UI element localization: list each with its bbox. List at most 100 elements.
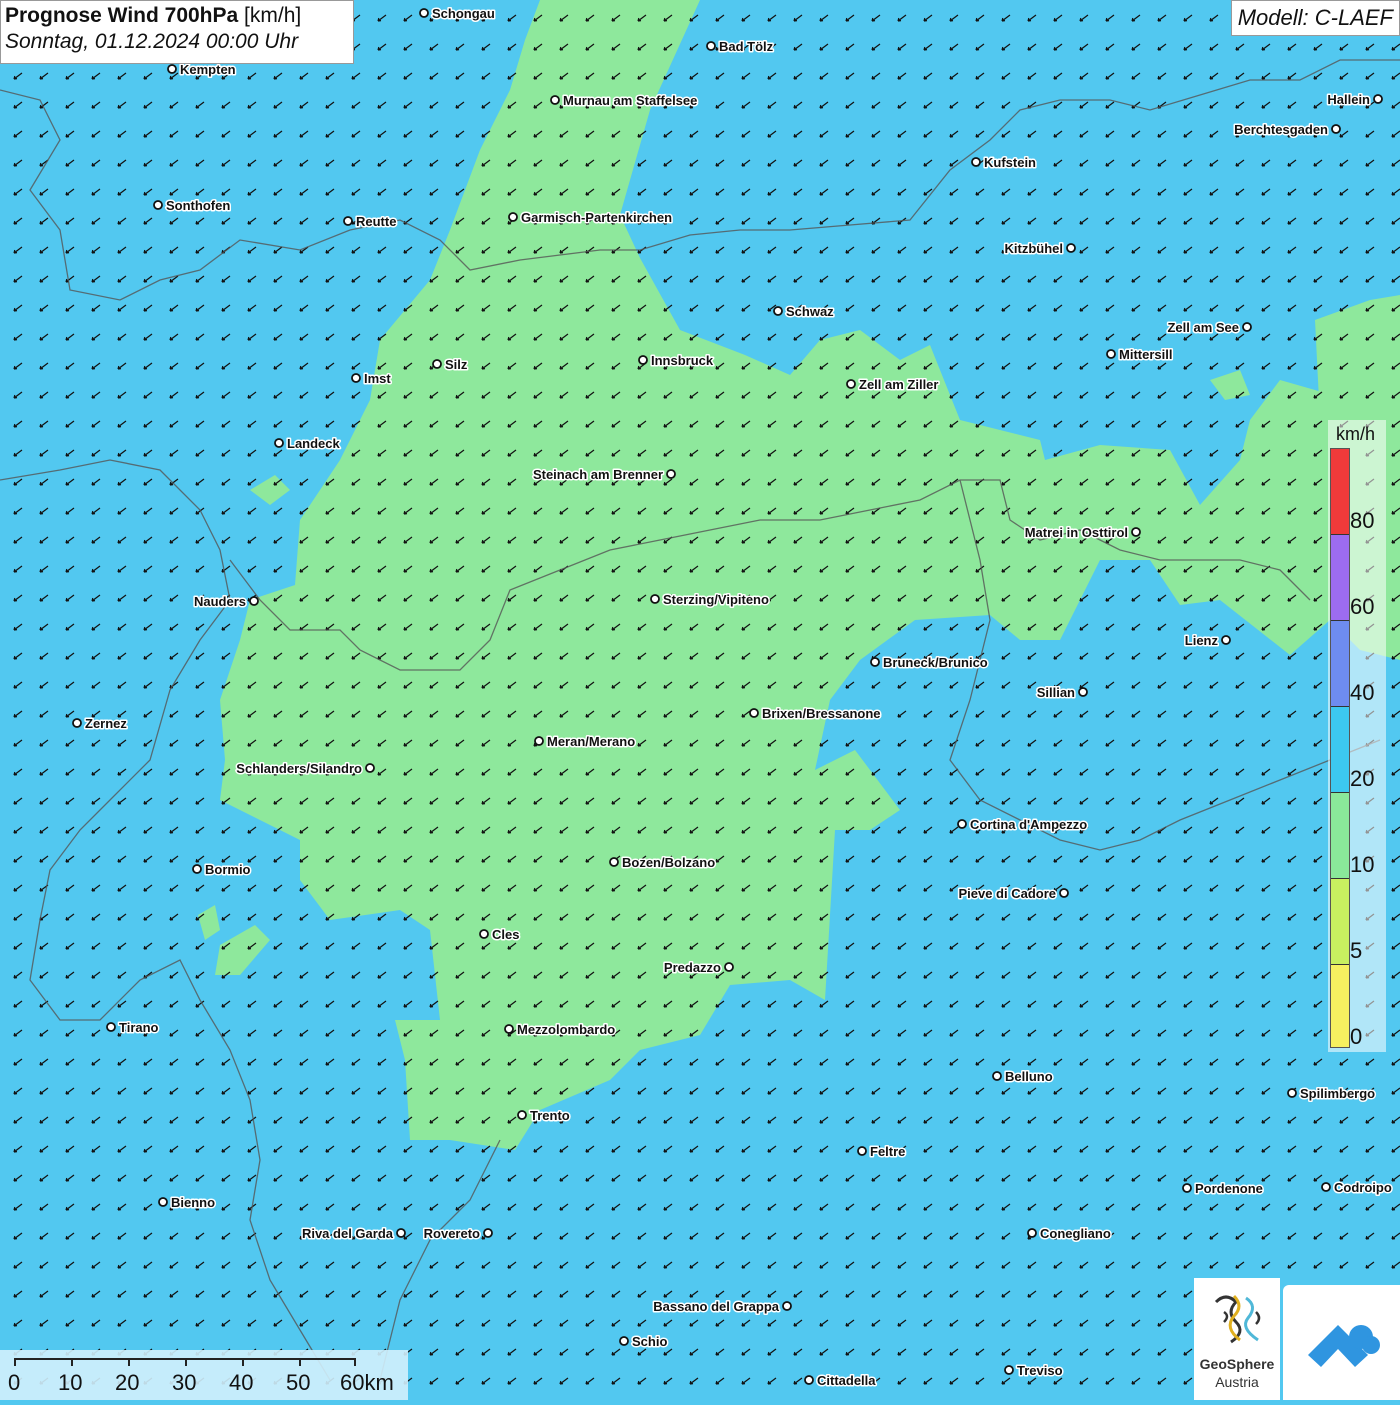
legend-swatch-40-60 [1331, 621, 1349, 707]
city-dot [365, 763, 375, 773]
scale-label-20: 20 [115, 1370, 140, 1395]
city-dot [274, 438, 284, 448]
city-label: Imst [364, 371, 391, 386]
city-label: Schwaz [786, 304, 834, 319]
city-marker: Sterzing/Vipiteno [650, 591, 770, 609]
city-label: Innsbruck [651, 353, 714, 368]
wind-map: Schongau Bad Tölz Kempten Murnau am Staffel… [0, 0, 1400, 1400]
city-dot [1131, 527, 1141, 537]
city-dot [650, 594, 660, 604]
city-dot [153, 200, 163, 210]
legend-label-20: 20 [1350, 766, 1375, 791]
scale-tick [185, 1358, 187, 1366]
city-dot [1066, 243, 1076, 253]
city-label: Kitzbühel [1005, 241, 1064, 256]
city-label: Garmisch-Partenkirchen [521, 210, 672, 225]
city-marker: Schlanders/Silandro [235, 760, 375, 778]
city-dot [971, 157, 981, 167]
city-dot [479, 929, 489, 939]
city-marker: Spilimbergo [1287, 1085, 1377, 1103]
city-marker: Meran/Merano [534, 733, 637, 751]
legend-swatch-80-plus [1331, 449, 1349, 535]
city-marker: Brixen/Bressanone [749, 705, 882, 723]
city-label: Belluno [1005, 1069, 1053, 1084]
city-label: Mezzolombardo [517, 1022, 615, 1037]
city-marker: Berchtesgaden [1233, 121, 1341, 139]
city-dot [534, 736, 544, 746]
scale-tick [354, 1358, 356, 1366]
city-dot [638, 355, 648, 365]
city-dot [804, 1375, 814, 1385]
city-marker: Cortina d'Ampezzo [957, 816, 1089, 834]
city-label: Zell am Ziller [859, 377, 938, 392]
city-label: Codroipo [1334, 1180, 1392, 1195]
map-title-box: Prognose Wind 700hPa [km/h] Sonntag, 01.… [0, 0, 354, 64]
city-dot [1287, 1088, 1297, 1098]
legend-unit: km/h [1336, 424, 1376, 444]
city-marker: Zell am See [1166, 319, 1252, 337]
city-label: Reutte [356, 214, 396, 229]
legend-label-0: 0 [1350, 1024, 1363, 1049]
city-dot [992, 1071, 1002, 1081]
city-label: Pordenone [1195, 1181, 1263, 1196]
city-label: Mittersill [1119, 347, 1172, 362]
city-label: Tirano [119, 1020, 159, 1035]
city-label: Feltre [870, 1144, 905, 1159]
city-label: Bozen/Bolzano [622, 855, 715, 870]
city-marker: Innsbruck [638, 352, 715, 370]
city-label: Bassano del Grappa [653, 1299, 779, 1314]
map-title-unit: [km/h] [244, 4, 302, 27]
legend-swatch-5-10 [1331, 879, 1349, 965]
city-label: Berchtesgaden [1234, 122, 1328, 137]
city-label: Treviso [1017, 1363, 1063, 1378]
city-label: Brixen/Bressanone [762, 706, 881, 721]
city-dot [508, 212, 518, 222]
city-dot [957, 819, 967, 829]
city-marker: Steinach am Brenner [531, 466, 676, 484]
city-label: Cortina d'Ampezzo [970, 817, 1087, 832]
city-dot [1331, 124, 1341, 134]
city-marker: Garmisch-Partenkirchen [508, 209, 674, 227]
city-label: Zernez [85, 716, 127, 731]
city-label: Kufstein [984, 155, 1036, 170]
city-marker: Schongau [419, 5, 496, 23]
scale-label-40: 40 [229, 1370, 254, 1395]
city-dot [432, 359, 442, 369]
city-dot [857, 1146, 867, 1156]
city-label: Silz [445, 357, 468, 372]
city-label: Meran/Merano [547, 734, 635, 749]
scale-label-60km: 60km [340, 1370, 394, 1395]
city-dot [609, 857, 619, 867]
geosphere-logo: GeoSphere Austria [1194, 1278, 1280, 1400]
city-marker: Bozen/Bolzano [609, 854, 717, 872]
city-marker: Conegliano [1027, 1225, 1112, 1243]
city-label: Zell am See [1167, 320, 1239, 335]
city-label: Predazzo [664, 960, 721, 975]
city-label: Trento [530, 1108, 570, 1123]
city-dot [504, 1024, 514, 1034]
city-label: Kempten [180, 62, 236, 77]
legend-swatch-10-20 [1331, 793, 1349, 879]
scale-label-50: 50 [286, 1370, 311, 1395]
city-dot [1078, 687, 1088, 697]
city-label: Cittadella [817, 1373, 876, 1388]
city-label: Schlanders/Silandro [236, 761, 362, 776]
city-label: Nauders [194, 594, 246, 609]
city-marker: Riva del Garda [300, 1225, 406, 1243]
city-dot [106, 1022, 116, 1032]
legend-colorbar [1330, 448, 1350, 1048]
city-dot [666, 469, 676, 479]
scale-tick [14, 1358, 16, 1366]
legend-label-5: 5 [1350, 938, 1363, 963]
city-dot [1106, 349, 1116, 359]
city-marker: Matrei in Osttirol [1023, 524, 1141, 542]
scale-label-0: 0 [8, 1370, 21, 1395]
city-label: Rovereto [424, 1226, 480, 1241]
city-label: Bruneck/Brunico [883, 655, 988, 670]
city-dot [550, 95, 560, 105]
city-dot [419, 8, 429, 18]
city-dot [192, 864, 202, 874]
color-legend: km/h 80 60 40 20 10 5 0 [1328, 420, 1386, 1052]
city-dot [1059, 888, 1069, 898]
city-label: Conegliano [1040, 1226, 1111, 1241]
